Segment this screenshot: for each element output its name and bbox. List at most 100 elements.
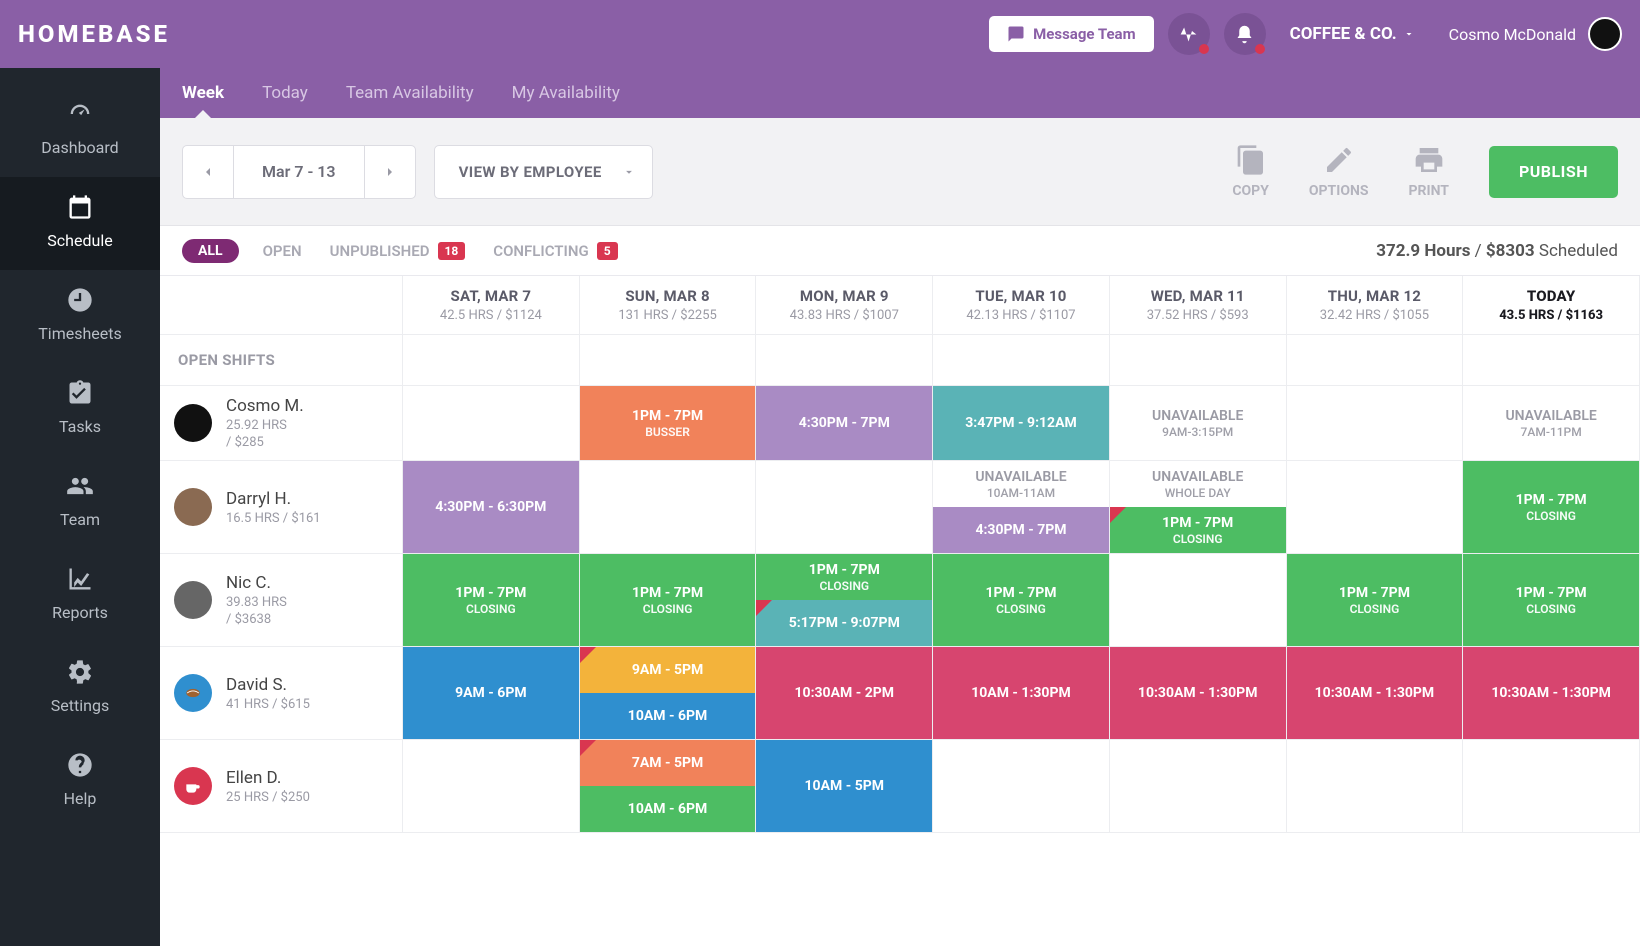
shift-block[interactable]: 1PM - 7PMCLOSING [756,554,932,600]
message-team-button[interactable]: Message Team [989,16,1153,52]
schedule-cell[interactable]: UNAVAILABLE9AM-3:15PM [1110,386,1287,461]
employee-row-header[interactable]: Darryl H.16.5 HRS / $161 [160,461,403,554]
shift-block[interactable]: 9AM - 5PM [580,647,756,693]
schedule-cell[interactable]: 10AM - 5PM [756,740,933,833]
publish-button[interactable]: PUBLISH [1489,146,1618,198]
schedule-cell[interactable]: 1PM - 7PMCLOSING [1463,554,1640,647]
open-shift-cell[interactable] [1110,335,1287,386]
employee-row-header[interactable]: Ellen D.25 HRS / $250 [160,740,403,833]
filter-open[interactable]: OPEN [263,242,302,260]
schedule-cell[interactable]: 10AM - 1:30PM [933,647,1110,740]
activity-button[interactable] [1168,13,1210,55]
open-shift-cell[interactable] [580,335,757,386]
tab-my-availability[interactable]: My Availability [512,83,620,103]
shift-block[interactable]: 10:30AM - 1:30PM [1287,647,1463,739]
shift-block[interactable]: 1PM - 7PMCLOSING [1463,554,1639,646]
tab-team-availability[interactable]: Team Availability [346,83,474,103]
schedule-cell[interactable]: 10:30AM - 1:30PM [1287,647,1464,740]
print-button[interactable]: PRINT [1408,144,1448,199]
schedule-cell[interactable]: UNAVAILABLE10AM-11AM4:30PM - 7PM [933,461,1110,554]
schedule-cell[interactable]: 1PM - 7PMCLOSING [403,554,580,647]
schedule-cell[interactable]: 1PM - 7PMCLOSING [1287,554,1464,647]
shift-block[interactable]: 4:30PM - 7PM [933,507,1109,553]
schedule-cell[interactable] [1287,461,1464,554]
shift-block[interactable]: 1PM - 7PMCLOSING [1463,461,1639,553]
view-by-dropdown[interactable]: VIEW BY EMPLOYEE [434,145,653,199]
sidebar-item-settings[interactable]: Settings [0,642,160,735]
shift-block[interactable]: 1PM - 7PMCLOSING [1110,507,1286,553]
sidebar-item-help[interactable]: Help [0,735,160,828]
schedule-cell[interactable]: 10:30AM - 1:30PM [1110,647,1287,740]
schedule-cell[interactable]: UNAVAILABLEWHOLE DAY1PM - 7PMCLOSING [1110,461,1287,554]
schedule-cell[interactable] [933,740,1110,833]
shift-block[interactable]: 10:30AM - 1:30PM [1463,647,1639,739]
employee-row-header[interactable]: Cosmo M.25.92 HRS/ $285 [160,386,403,461]
schedule-cell[interactable]: 7AM - 5PM10AM - 6PM [580,740,757,833]
schedule-cell[interactable]: 9AM - 5PM10AM - 6PM [580,647,757,740]
schedule-cell[interactable]: 10:30AM - 1:30PM [1463,647,1640,740]
tab-week[interactable]: Week [182,83,224,103]
sidebar-item-tasks[interactable]: Tasks [0,363,160,456]
shift-block[interactable]: 1PM - 7PMCLOSING [933,554,1109,646]
open-shift-cell[interactable] [1287,335,1464,386]
schedule-cell[interactable] [1110,740,1287,833]
schedule-cell[interactable] [756,461,933,554]
schedule-cell[interactable]: 1PM - 7PMBUSSER [580,386,757,461]
shift-block[interactable]: 10:30AM - 2PM [756,647,932,739]
shift-block[interactable]: 4:30PM - 7PM [756,386,932,460]
employee-row-header[interactable]: David S.41 HRS / $615 [160,647,403,740]
next-week-button[interactable] [364,145,416,199]
open-shift-cell[interactable] [403,335,580,386]
date-range-label[interactable]: Mar 7 - 13 [234,145,364,199]
schedule-cell[interactable] [1287,386,1464,461]
notifications-button[interactable] [1224,13,1266,55]
schedule-cell[interactable] [403,740,580,833]
filter-conflicting[interactable]: CONFLICTING 5 [493,242,617,260]
schedule-cell[interactable]: 1PM - 7PMCLOSING [1463,461,1640,554]
options-button[interactable]: OPTIONS [1309,144,1369,199]
shift-block[interactable]: 4:30PM - 6:30PM [403,461,579,553]
shift-block[interactable]: 9AM - 6PM [403,647,579,739]
filter-unpublished[interactable]: UNPUBLISHED 18 [330,242,466,260]
sidebar-item-dashboard[interactable]: Dashboard [0,84,160,177]
shift-block[interactable]: 1PM - 7PMCLOSING [403,554,579,646]
schedule-cell[interactable] [580,461,757,554]
shift-block[interactable]: 10AM - 5PM [756,740,932,832]
filter-all[interactable]: ALL [182,239,239,263]
shift-block[interactable]: 1PM - 7PMBUSSER [580,386,756,460]
shift-block[interactable]: 10:30AM - 1:30PM [1110,647,1286,739]
sidebar-item-schedule[interactable]: Schedule [0,177,160,270]
shift-block[interactable]: 1PM - 7PMCLOSING [580,554,756,646]
company-selector[interactable]: COFFEE & CO. [1290,24,1415,44]
schedule-cell[interactable]: 9AM - 6PM [403,647,580,740]
schedule-grid-wrap[interactable]: SAT, MAR 742.5 HRS / $1124SUN, MAR 8131 … [160,276,1640,946]
schedule-cell[interactable] [1463,740,1640,833]
copy-button[interactable]: COPY [1232,144,1269,199]
schedule-cell[interactable]: 10:30AM - 2PM [756,647,933,740]
schedule-cell[interactable]: 1PM - 7PMCLOSING [580,554,757,647]
schedule-cell[interactable]: 1PM - 7PMCLOSING5:17PM - 9:07PM [756,554,933,647]
shift-block[interactable]: 7AM - 5PM [580,740,756,786]
tab-today[interactable]: Today [262,83,308,103]
sidebar-item-reports[interactable]: Reports [0,549,160,642]
shift-block[interactable]: 10AM - 6PM [580,693,756,739]
schedule-cell[interactable]: 4:30PM - 6:30PM [403,461,580,554]
schedule-cell[interactable] [403,386,580,461]
shift-block[interactable]: 3:47PM - 9:12AM [933,386,1109,460]
open-shift-cell[interactable] [756,335,933,386]
employee-row-header[interactable]: Nic C.39.83 HRS/ $3638 [160,554,403,647]
schedule-cell[interactable]: UNAVAILABLE7AM-11PM [1463,386,1640,461]
user-menu[interactable]: Cosmo McDonald [1449,17,1622,51]
open-shift-cell[interactable] [933,335,1110,386]
schedule-cell[interactable]: 1PM - 7PMCLOSING [933,554,1110,647]
shift-block[interactable]: 1PM - 7PMCLOSING [1287,554,1463,646]
schedule-cell[interactable]: 3:47PM - 9:12AM [933,386,1110,461]
schedule-cell[interactable]: 4:30PM - 7PM [756,386,933,461]
shift-block[interactable]: 10AM - 1:30PM [933,647,1109,739]
schedule-cell[interactable] [1110,554,1287,647]
open-shift-cell[interactable] [1463,335,1640,386]
sidebar-item-timesheets[interactable]: Timesheets [0,270,160,363]
shift-block[interactable]: 5:17PM - 9:07PM [756,600,932,646]
sidebar-item-team[interactable]: Team [0,456,160,549]
shift-block[interactable]: 10AM - 6PM [580,786,756,832]
